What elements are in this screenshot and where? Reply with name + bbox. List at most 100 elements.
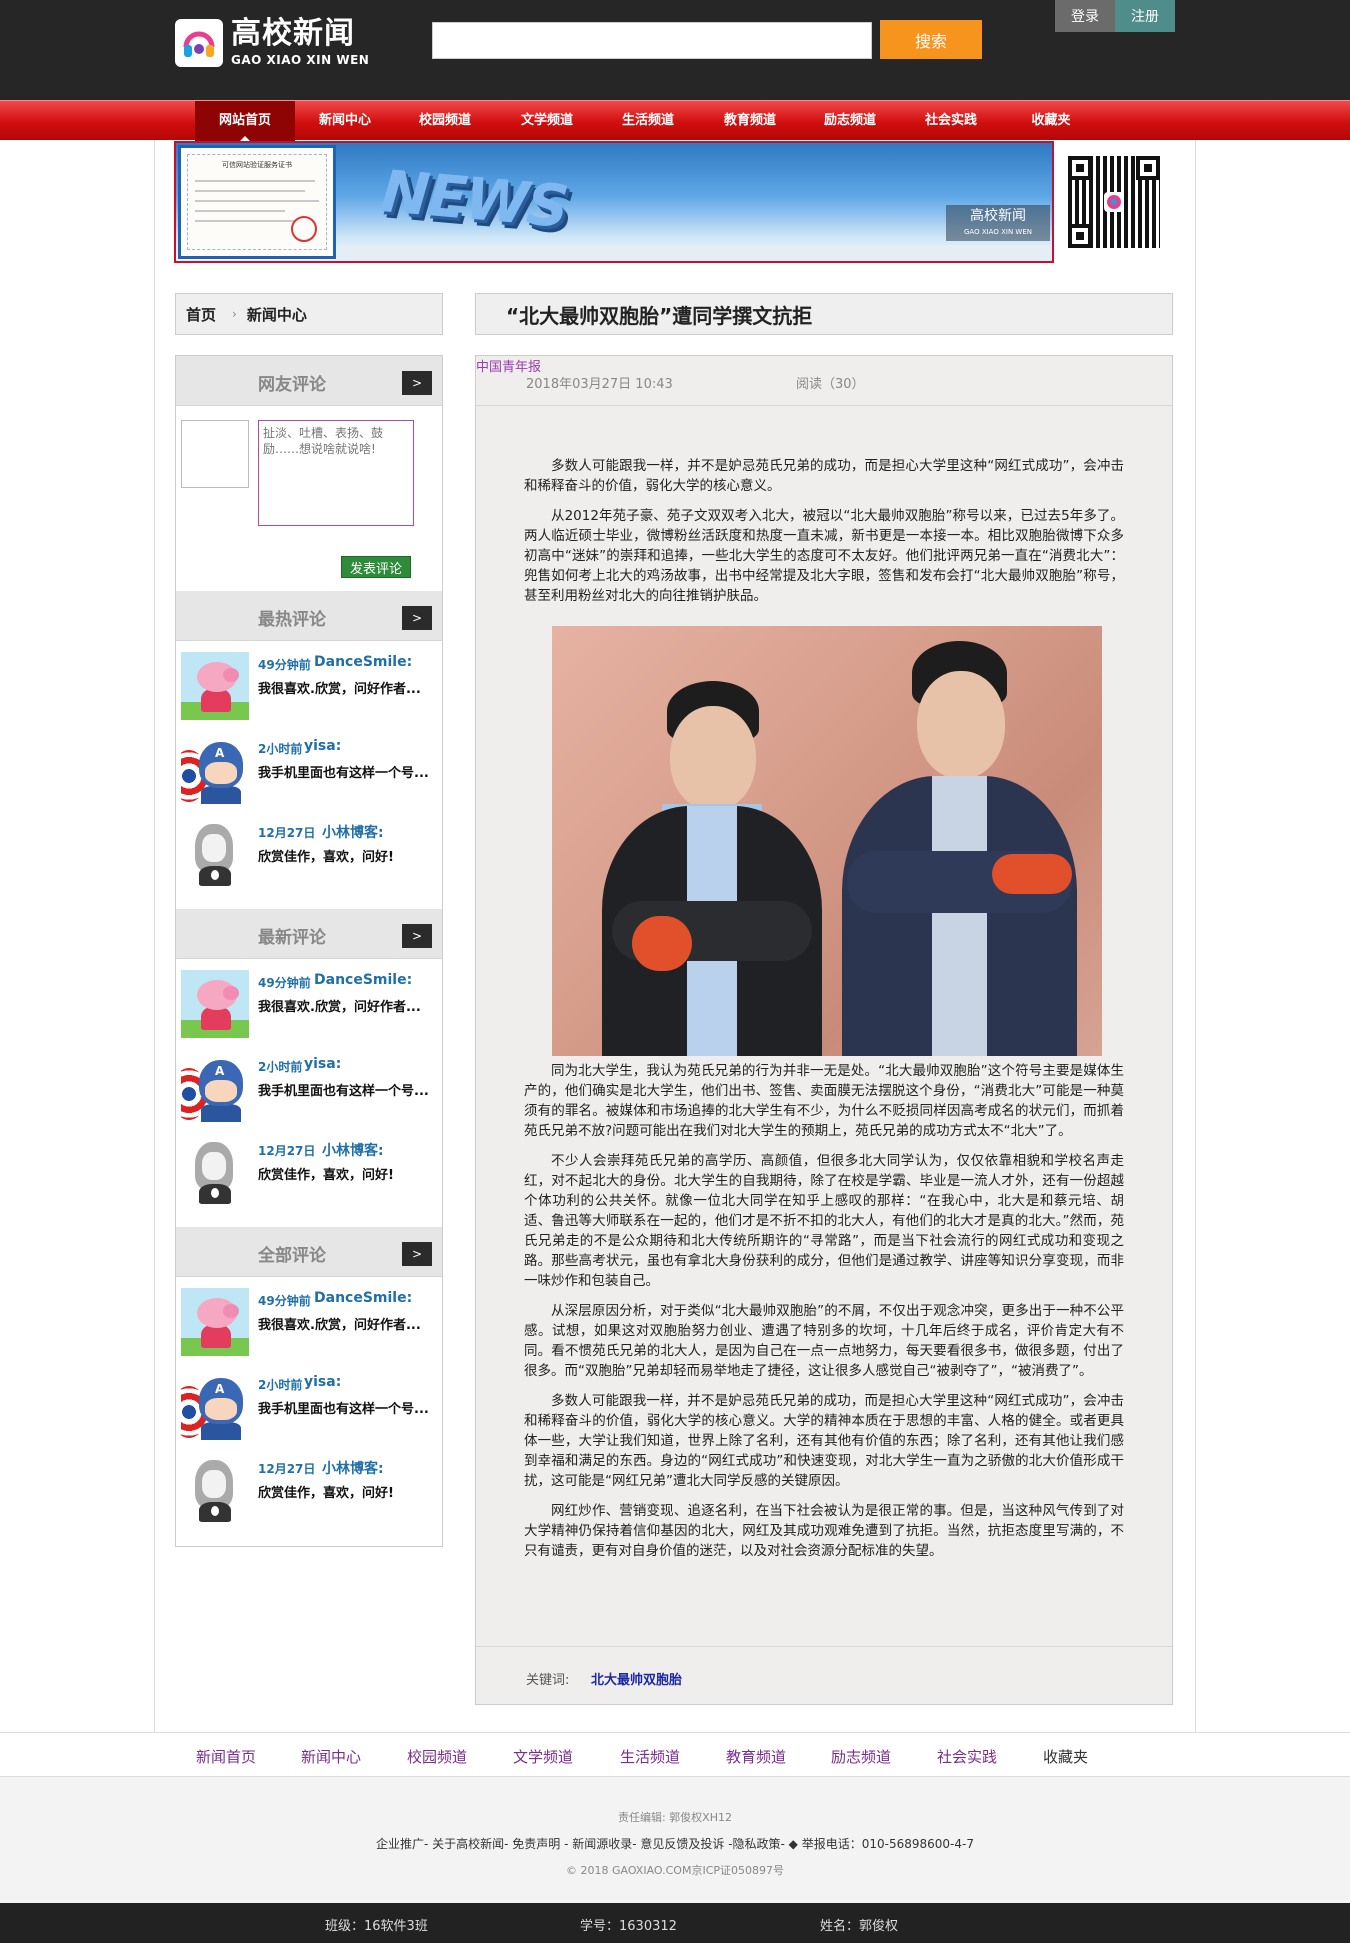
comment-time: 2小时前 <box>258 742 303 756</box>
nav-item-literature[interactable]: 文学频道 <box>502 101 592 141</box>
article-title: “北大最帅双胞胎”遭同学撰文抗拒 <box>475 293 1173 335</box>
article-paragraph: 多数人可能跟我一样，并不是妒忌苑氏兄弟的成功，而是担心大学里这种“网红式成功”，… <box>524 458 1124 494</box>
comment-user[interactable]: 小林博客: <box>322 1140 384 1160</box>
search-input[interactable] <box>432 22 872 59</box>
comment-entry[interactable]: 12月27日 小林博客: 欣赏佳作，喜欢，问好! <box>176 1130 442 1214</box>
comment-user[interactable]: 小林博客: <box>322 822 384 842</box>
comment-text[interactable]: 我手机里面也有这样一个号... <box>258 1398 438 1417</box>
article-paragraph: 网红炒作、营销变现、追逐名利，在当下社会被认为是很正常的事。但是，当这种风气传到… <box>524 1503 1124 1559</box>
article-read-count: 阅读（30） <box>796 377 865 392</box>
footer-nav-news-center[interactable]: 新闻中心 <box>301 1746 361 1767</box>
comment-entry[interactable]: 49分钟前 DanceSmile: 我很喜欢.欣赏，问好作者... <box>176 962 442 1046</box>
footer-nav-favorites[interactable]: 收藏夹 <box>1043 1746 1088 1767</box>
captain-america-avatar[interactable]: A <box>181 1054 249 1122</box>
breadcrumb-home[interactable]: 首页 <box>186 304 216 325</box>
comment-text[interactable]: 欣赏佳作，喜欢，问好! <box>258 1482 438 1501</box>
comment-box-title: 网友评论 <box>258 375 326 395</box>
comment-time: 12月27日 <box>258 826 316 840</box>
comment-entry[interactable]: 49分钟前 DanceSmile: 我很喜欢.欣赏，问好作者... <box>176 1280 442 1364</box>
comment-user[interactable]: DanceSmile: <box>314 1290 412 1306</box>
footer-nav-campus[interactable]: 校园频道 <box>407 1746 467 1767</box>
nav-item-favorites[interactable]: 收藏夹 <box>1006 101 1096 141</box>
comment-entry[interactable]: 49分钟前 DanceSmile: 我很喜欢.欣赏，问好作者... <box>176 644 442 728</box>
peppa-pig-avatar[interactable] <box>181 970 249 1038</box>
register-button[interactable]: 注册 <box>1115 0 1175 32</box>
peppa-pig-avatar[interactable] <box>181 652 249 720</box>
comment-entry[interactable]: A 2小时前 yisa: 我手机里面也有这样一个号... <box>176 1364 442 1448</box>
comment-time: 49分钟前 <box>258 658 311 672</box>
article-paragraph: 同为北大学生，我认为苑氏兄弟的行为并非一无是处。“北大最帅双胞胎”这个符号主要是… <box>524 1063 1124 1139</box>
girl-avatar[interactable] <box>181 820 249 888</box>
footer-editor: 责任编辑: 郭俊权XH12 <box>617 1811 732 1824</box>
comment-entry[interactable]: A 2小时前 yisa: 我手机里面也有这样一个号... <box>176 1046 442 1130</box>
comment-text[interactable]: 我手机里面也有这样一个号... <box>258 1080 438 1099</box>
submit-comment-button[interactable]: 发表评论 <box>341 556 411 578</box>
hot-comments-title: 最热评论 <box>258 610 326 630</box>
comment-box-header: 网友评论 > <box>176 356 442 406</box>
student-name: 姓名：郭俊权 <box>820 1919 899 1934</box>
comment-entry[interactable]: 12月27日 小林博客: 欣赏佳作，喜欢，问好! <box>176 812 442 896</box>
nav-item-inspiration[interactable]: 励志频道 <box>805 101 895 141</box>
peppa-pig-avatar[interactable] <box>181 1288 249 1356</box>
site-logo[interactable]: 高校新闻 GAO XIAO XIN WEN <box>175 18 369 67</box>
seal-icon <box>291 216 317 242</box>
article-body: 2018年03月27日 10:43 中国青年报 阅读（30） 多数人可能跟我一样… <box>475 355 1173 1705</box>
comment-user[interactable]: yisa: <box>304 738 341 754</box>
comment-text[interactable]: 我很喜欢.欣赏，问好作者... <box>258 1314 438 1333</box>
breadcrumb: 首页 › 新闻中心 <box>175 293 443 335</box>
user-avatar-placeholder <box>181 420 249 488</box>
login-button[interactable]: 登录 <box>1055 0 1115 32</box>
comment-text[interactable]: 欣赏佳作，喜欢，问好! <box>258 1164 438 1183</box>
news-banner[interactable]: 可信网站验证服务证书 NEWS 高校新闻 GAO XIAO XIN WEN <box>174 141 1054 263</box>
nav-item-home[interactable]: 网站首页 <box>195 101 295 141</box>
main-nav: 网站首页 新闻中心 校园频道 文学频道 生活频道 教育频道 励志频道 社会实践 … <box>0 100 1350 141</box>
keyword-link[interactable]: 北大最帅双胞胎 <box>591 1669 682 1688</box>
footer-nav-education[interactable]: 教育频道 <box>726 1746 786 1767</box>
nav-item-education[interactable]: 教育频道 <box>705 101 795 141</box>
footer-nav: 新闻首页 新闻中心 校园频道 文学频道 生活频道 教育频道 励志频道 社会实践 … <box>0 1732 1350 1777</box>
footer-nav-home[interactable]: 新闻首页 <box>196 1746 256 1767</box>
comment-text[interactable]: 我手机里面也有这样一个号... <box>258 762 438 781</box>
nav-item-news-center[interactable]: 新闻中心 <box>300 101 390 141</box>
comment-user[interactable]: DanceSmile: <box>314 654 412 670</box>
comment-user[interactable]: DanceSmile: <box>314 972 412 988</box>
latest-comments-header: 最新评论 > <box>176 909 442 959</box>
footer-nav-social-practice[interactable]: 社会实践 <box>937 1746 997 1767</box>
comment-text[interactable]: 欣赏佳作，喜欢，问好! <box>258 846 438 865</box>
latest-comments-more-button[interactable]: > <box>402 924 432 948</box>
captain-america-avatar[interactable]: A <box>181 736 249 804</box>
comment-user[interactable]: yisa: <box>304 1056 341 1072</box>
footer-nav-inspiration[interactable]: 励志频道 <box>831 1746 891 1767</box>
nav-item-life[interactable]: 生活频道 <box>603 101 693 141</box>
girl-avatar[interactable] <box>181 1456 249 1524</box>
comment-time: 49分钟前 <box>258 1294 311 1308</box>
certificate-title: 可信网站验证服务证书 <box>222 161 292 169</box>
hot-comments-more-button[interactable]: > <box>402 606 432 630</box>
comment-user[interactable]: yisa: <box>304 1374 341 1390</box>
footer-nav-literature[interactable]: 文学频道 <box>513 1746 573 1767</box>
article-date: 2018年03月27日 10:43 <box>526 377 673 392</box>
comment-text[interactable]: 我很喜欢.欣赏，问好作者... <box>258 996 438 1015</box>
certificate-image[interactable]: 可信网站验证服务证书 <box>178 145 336 259</box>
keywords-label: 关键词: <box>526 1673 570 1688</box>
comment-textarea[interactable] <box>258 420 414 526</box>
comment-entry[interactable]: 12月27日 小林博客: 欣赏佳作，喜欢，问好! <box>176 1448 442 1532</box>
footer-info: 责任编辑: 郭俊权XH12 企业推广- 关于高校新闻- 免责声明 - 新闻源收录… <box>0 1777 1350 1903</box>
comment-entry[interactable]: A 2小时前 yisa: 我手机里面也有这样一个号... <box>176 728 442 812</box>
breadcrumb-current[interactable]: 新闻中心 <box>247 304 307 325</box>
student-id: 学号：1630312 <box>580 1919 677 1934</box>
comment-text[interactable]: 我很喜欢.欣赏，问好作者... <box>258 678 438 697</box>
comment-box-more-button[interactable]: > <box>402 371 432 395</box>
latest-comments-title: 最新评论 <box>258 928 326 948</box>
comment-user[interactable]: 小林博客: <box>322 1458 384 1478</box>
all-comments-more-button[interactable]: > <box>402 1242 432 1266</box>
captain-america-avatar[interactable]: A <box>181 1372 249 1440</box>
footer-nav-life[interactable]: 生活频道 <box>620 1746 680 1767</box>
footer-links[interactable]: 企业推广- 关于高校新闻- 免责声明 - 新闻源收录- 意见反馈及投诉 -隐私政… <box>0 1835 1350 1852</box>
nav-item-campus[interactable]: 校园频道 <box>400 101 490 141</box>
comment-time: 49分钟前 <box>258 976 311 990</box>
girl-avatar[interactable] <box>181 1138 249 1206</box>
nav-item-social-practice[interactable]: 社会实践 <box>906 101 996 141</box>
all-comments-header: 全部评论 > <box>176 1227 442 1277</box>
search-button[interactable]: 搜索 <box>880 20 982 59</box>
